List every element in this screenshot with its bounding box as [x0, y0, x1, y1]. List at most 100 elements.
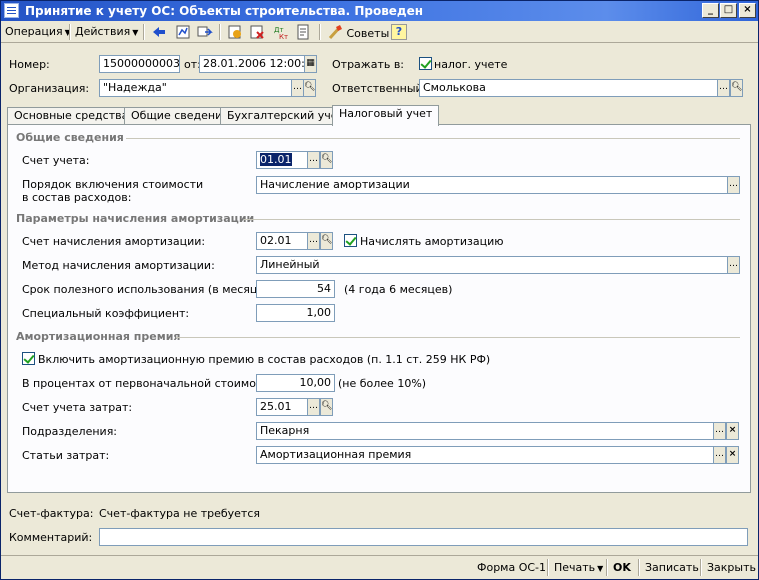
tab-tax-accounting[interactable]: Налоговый учет [332, 105, 440, 126]
depreciation-account-label: Счет начисления амортизации: [22, 235, 206, 248]
toolbar-separator [638, 559, 640, 576]
reflect-in-label: Отражать в: [332, 58, 405, 71]
depreciation-account-select-button[interactable]: … [307, 232, 320, 250]
tips-label: Советы [346, 27, 390, 40]
cost-account-search-icon[interactable]: 🔍︎ [320, 398, 333, 416]
method-select-button[interactable]: … [727, 256, 740, 274]
depreciation-account-search-icon[interactable]: 🔍︎ [320, 232, 333, 250]
form-os1-button[interactable]: Форма ОС-1 [477, 561, 546, 574]
depreciation-section-title: Параметры начисления амортизации [16, 212, 255, 225]
toolbar-separator [143, 24, 145, 40]
toolbar-separator [319, 24, 321, 40]
organization-field[interactable]: "Надежда" [99, 79, 292, 97]
comment-field[interactable] [99, 528, 748, 546]
accrue-depreciation-label: Начислять амортизацию [360, 235, 504, 248]
toolbar-separator [606, 559, 608, 576]
ok-button[interactable]: OK [613, 561, 631, 574]
organization-search-icon[interactable]: 🔍︎ [303, 79, 316, 97]
print-menu[interactable]: Печать ▼ [554, 561, 603, 574]
svg-text:Кт: Кт [279, 33, 288, 40]
cost-items-clear-icon[interactable]: × [726, 446, 739, 464]
chevron-down-icon: ▼ [132, 28, 139, 37]
departments-label: Подразделения: [22, 425, 118, 438]
percent-label: В процентах от первоначальной стоимости: [22, 377, 280, 390]
cost-order-field[interactable]: Начисление амортизации [256, 176, 728, 194]
account-value: 01.01 [260, 153, 292, 166]
section-divider [126, 138, 740, 139]
toolbar-separator [69, 24, 71, 40]
help-icon[interactable]: ? [391, 24, 407, 40]
depreciation-account-field[interactable]: 02.01 [256, 232, 308, 250]
tab-fixed-assets[interactable]: Основные средства [7, 107, 136, 125]
coefficient-field[interactable]: 1,00 [256, 304, 335, 322]
useful-life-hint: (4 года 6 месяцев) [344, 283, 453, 296]
cost-order-label-line2: в состав расходов: [22, 191, 132, 204]
tips-icon [328, 25, 342, 40]
close-window-button[interactable]: × [739, 3, 756, 18]
method-label: Метод начисления амортизации: [22, 259, 215, 272]
document-window: Принятие к учету ОС: Объекты строительст… [0, 0, 759, 580]
accrue-depreciation-checkbox[interactable] [344, 234, 357, 247]
tax-accounting-label: налог. учете [434, 58, 508, 71]
section-divider [244, 219, 740, 220]
delete-movements-icon[interactable] [249, 24, 265, 40]
responsible-search-icon[interactable]: 🔍︎ [730, 79, 743, 97]
method-field[interactable]: Линейный [256, 256, 728, 274]
actions-menu-label: Действия [75, 25, 131, 38]
window-title: Принятие к учету ОС: Объекты строительст… [25, 4, 424, 18]
movements-icon[interactable] [227, 24, 243, 40]
account-select-button[interactable]: … [307, 151, 320, 169]
useful-life-field[interactable]: 54 [256, 280, 335, 298]
cost-items-select-button[interactable]: … [713, 446, 726, 464]
toolbar: Операция ▼ Действия ▼ Дт Кт Советы ? [1, 21, 758, 43]
cost-account-field[interactable]: 25.01 [256, 398, 308, 416]
toolbar-separator [700, 559, 702, 576]
responsible-field[interactable]: Смолькова [419, 79, 718, 97]
departments-field[interactable]: Пекарня [256, 422, 714, 440]
chevron-down-icon: ▼ [597, 564, 604, 573]
cost-order-label-line1: Порядок включения стоимости [22, 178, 204, 191]
report-icon[interactable] [295, 24, 311, 40]
percent-field[interactable]: 10,00 [256, 374, 335, 392]
tips-button[interactable]: Советы [327, 24, 389, 40]
minimize-button[interactable]: _ [702, 3, 719, 18]
bottom-command-bar: Форма ОС-1 Печать ▼ OK Записать Закрыть [1, 555, 758, 579]
departments-clear-icon[interactable]: × [726, 422, 739, 440]
back-arrow-icon[interactable] [151, 24, 167, 40]
invoice-label: Счет-фактура: [9, 507, 94, 520]
invoice-value[interactable]: Счет-фактура не требуется [99, 507, 260, 520]
save-button[interactable]: Записать [645, 561, 699, 574]
organization-label: Организация: [9, 82, 90, 95]
responsible-select-button[interactable]: … [717, 79, 730, 97]
percent-hint: (не более 10%) [338, 377, 427, 390]
departments-select-button[interactable]: … [713, 422, 726, 440]
account-label: Счет учета: [22, 154, 90, 167]
cost-order-select-button[interactable]: … [727, 176, 740, 194]
tab-strip: Основные средства Общие сведения Бухгалт… [1, 105, 758, 126]
maximize-button[interactable]: □ [720, 3, 737, 18]
cost-account-select-button[interactable]: … [307, 398, 320, 416]
actions-menu[interactable]: Действия ▼ [75, 25, 138, 38]
general-section-title: Общие сведения [16, 131, 124, 144]
date-field[interactable]: 28.01.2006 12:00:00 [199, 55, 305, 73]
debit-credit-icon[interactable]: ДтКт [273, 24, 289, 40]
close-button[interactable]: Закрыть [707, 561, 756, 574]
refresh-icon[interactable] [197, 24, 213, 40]
operation-menu[interactable]: Операция ▼ [5, 25, 71, 38]
cost-items-field[interactable]: Амортизационная премия [256, 446, 714, 464]
toolbar-separator [547, 559, 549, 576]
bonus-section-title: Амортизационная премия [16, 330, 181, 343]
calendar-icon[interactable]: ▦ [304, 55, 317, 73]
account-field[interactable]: 01.01 [256, 151, 308, 169]
include-bonus-checkbox[interactable] [22, 352, 35, 365]
title-bar[interactable]: Принятие к учету ОС: Объекты строительст… [1, 1, 758, 21]
toolbar-separator [219, 24, 221, 40]
number-field[interactable]: 15000000003 [99, 55, 180, 73]
include-bonus-label: Включить амортизационную премию в состав… [38, 353, 491, 366]
account-search-icon[interactable]: 🔍︎ [320, 151, 333, 169]
structure-icon[interactable] [175, 24, 191, 40]
tax-accounting-checkbox[interactable] [419, 57, 432, 70]
print-label: Печать [554, 561, 596, 574]
document-icon [4, 3, 19, 18]
useful-life-label: Срок полезного использования (в месяцах)… [22, 283, 279, 296]
